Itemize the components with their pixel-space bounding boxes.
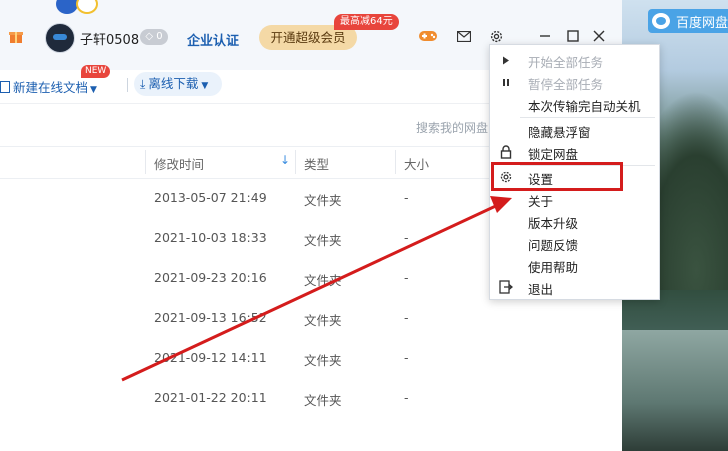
annotation-arrow	[121, 196, 512, 382]
